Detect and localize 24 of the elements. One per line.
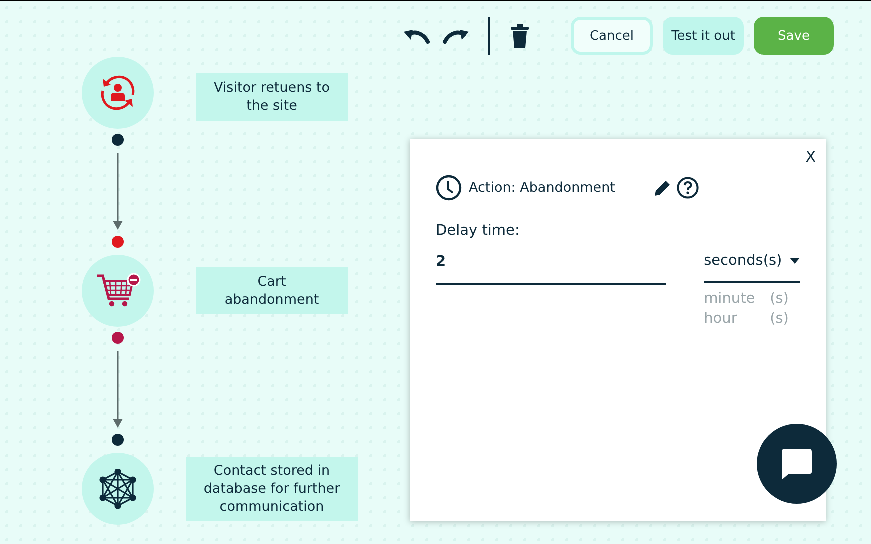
- toolbar-button[interactable]: Test it out: [663, 17, 744, 55]
- delay-input[interactable]: 2: [436, 249, 666, 285]
- trash-icon[interactable]: [511, 24, 529, 48]
- node-label: Cart abandonment: [196, 267, 348, 314]
- redo-icon[interactable]: [442, 28, 470, 44]
- node-label: Contact stored in database for further communication: [186, 457, 358, 521]
- pencil-icon[interactable]: [654, 180, 671, 196]
- connector-dot[interactable]: [112, 134, 124, 146]
- caret-icon: [790, 258, 800, 264]
- close-button[interactable]: X: [806, 148, 816, 166]
- cart-icon: [95, 273, 141, 309]
- clock-icon: [436, 175, 462, 201]
- connector-dot[interactable]: [112, 434, 124, 446]
- connector-dot[interactable]: [112, 236, 124, 248]
- delay-label: Delay time:: [436, 223, 521, 239]
- toolbar-button[interactable]: Cancel: [571, 17, 653, 55]
- unit-dropdown[interactable]: seconds(s): [704, 249, 800, 283]
- connector-dot[interactable]: [112, 332, 124, 344]
- network-icon: [98, 469, 138, 509]
- help-icon[interactable]: [677, 177, 699, 199]
- undo-icon[interactable]: [403, 28, 431, 44]
- chat-icon: [780, 447, 814, 481]
- action-title: Action: Abandonment: [469, 180, 616, 196]
- node-label: Visitor retuens to the site: [196, 73, 348, 121]
